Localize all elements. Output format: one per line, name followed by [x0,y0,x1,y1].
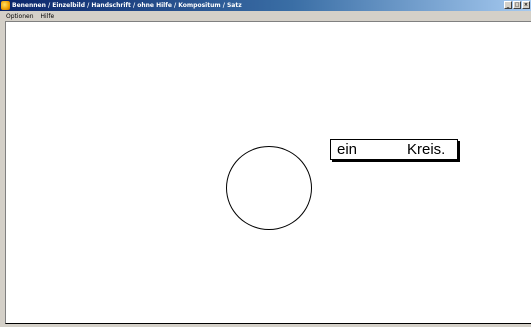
application-window: Benennen / Einzelbild / Handschrift / oh… [0,0,531,327]
sentence-word-noun: Kreis. [407,141,446,158]
menu-hilfe[interactable]: Hilfe [41,13,55,20]
window-controls: _ □ × [503,1,530,9]
title-bar[interactable]: Benennen / Einzelbild / Handschrift / oh… [0,0,531,11]
close-button[interactable]: × [522,1,530,9]
maximize-button[interactable]: □ [513,1,521,9]
menu-optionen[interactable]: Optionen [6,13,34,20]
menu-bar: Optionen Hilfe [0,11,531,21]
exercise-canvas: ein Kreis. [5,21,531,324]
circle-picture [226,146,312,230]
minimize-button[interactable]: _ [504,1,512,9]
sentence-answer-box[interactable]: ein Kreis. [330,139,458,160]
window-title: Benennen / Einzelbild / Handschrift / oh… [12,2,242,9]
sentence-word-article: ein [337,141,358,158]
app-icon[interactable] [1,1,10,10]
